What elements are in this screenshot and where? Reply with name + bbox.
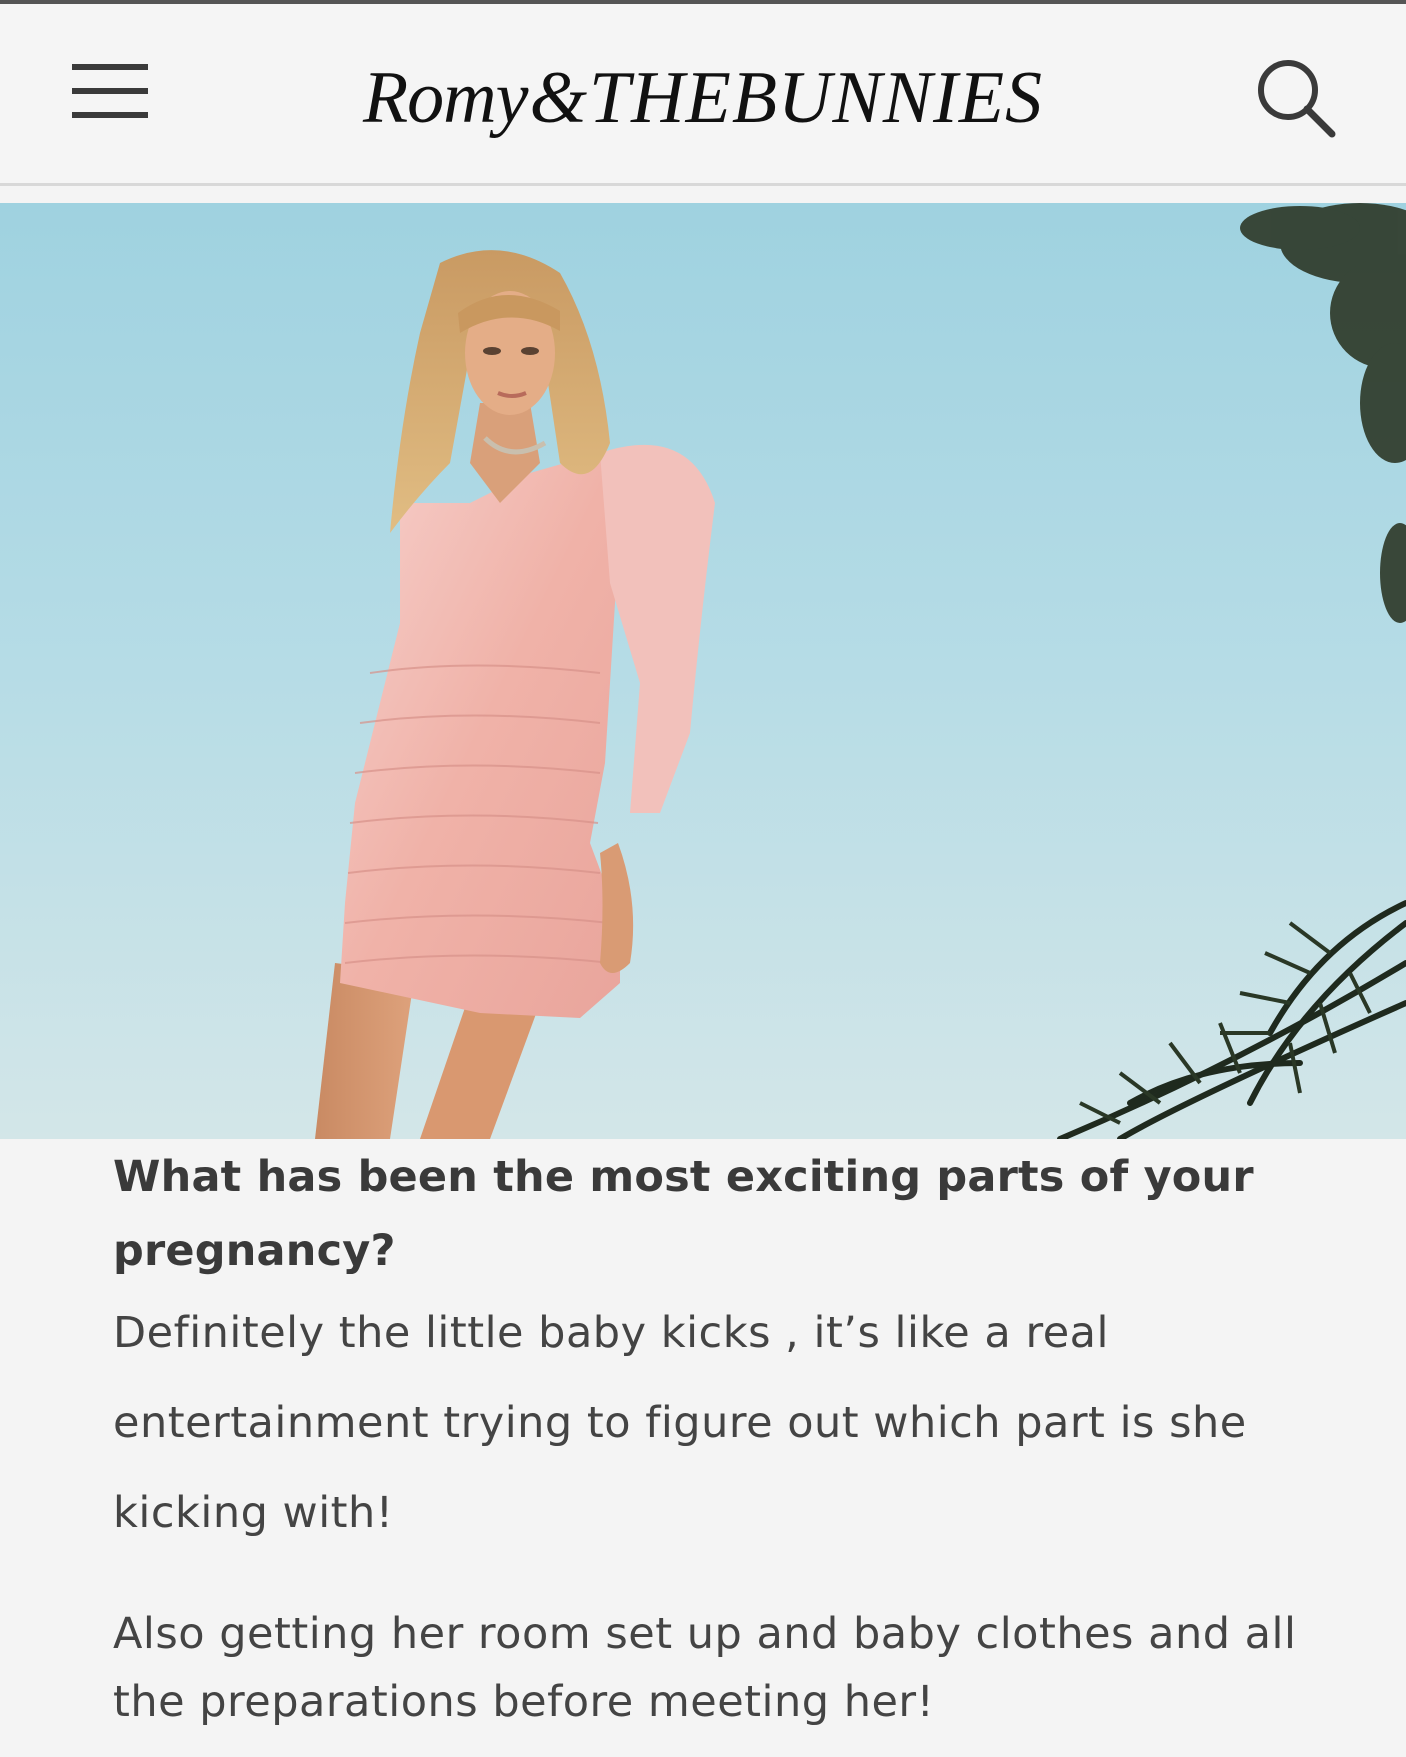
logo-thebunnies: THEBUNNIES [589, 57, 1044, 139]
logo-ampersand: & [529, 57, 588, 139]
logo-romy: Romy [362, 57, 528, 139]
article-body: What has been the most exciting parts of… [113, 1140, 1313, 1736]
interview-answer-paragraph-1: Definitely the little baby kicks , it’s … [113, 1308, 1247, 1538]
interview-question: What has been the most exciting parts of… [113, 1152, 1254, 1276]
search-button[interactable] [1250, 52, 1340, 142]
site-logo[interactable]: Romy&THEBUNNIES [0, 56, 1406, 141]
interview-answer-paragraph-2: Also getting her room set up and baby cl… [113, 1609, 1297, 1727]
search-icon [1258, 60, 1336, 138]
site-header: Romy&THEBUNNIES [0, 4, 1406, 186]
hero-image [0, 203, 1406, 1139]
